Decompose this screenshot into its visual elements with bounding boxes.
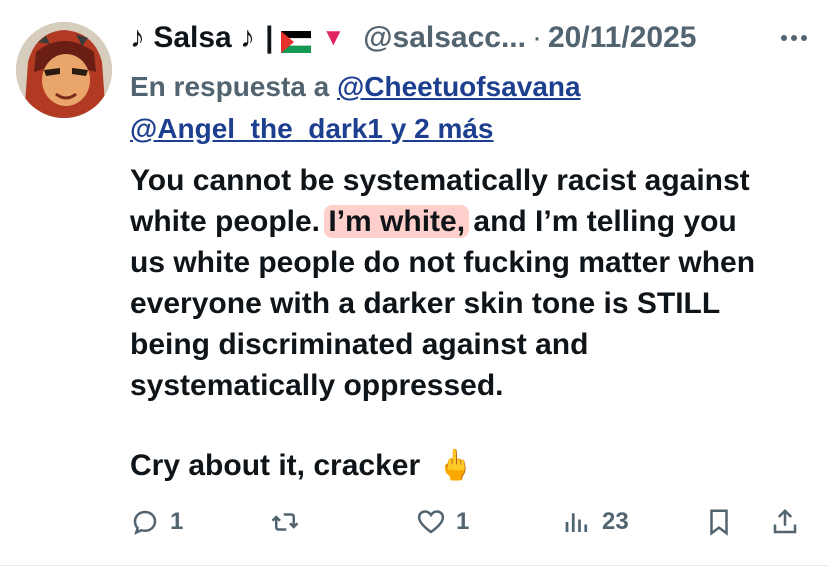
closing-text: Cry about it, cracker bbox=[130, 449, 421, 482]
avatar[interactable] bbox=[16, 22, 112, 118]
red-triangle-icon: ▼ bbox=[321, 24, 346, 51]
mention-others: y 2 más bbox=[390, 113, 494, 144]
display-name[interactable]: ♪ Salsa ♪ bbox=[130, 21, 255, 55]
reply-prefix: En respuesta a bbox=[130, 71, 330, 102]
tweet-closing-line: Cry about it, cracker 🖕 bbox=[130, 448, 474, 483]
middle-finger-emoji: 🖕 bbox=[436, 449, 474, 482]
header-dot: · bbox=[531, 21, 542, 54]
mention-2-text: @Angel_the_dark1 bbox=[130, 113, 383, 144]
like-count: 1 bbox=[456, 508, 470, 535]
user-handle[interactable]: @salsacc... bbox=[363, 21, 526, 55]
reply-context: En respuesta a @Cheetuofsavana @Angel_th… bbox=[130, 66, 820, 150]
mention-link-2[interactable]: @Angel_the_dark1 y 2 más bbox=[130, 113, 493, 144]
share-button[interactable] bbox=[770, 500, 810, 544]
more-icon[interactable] bbox=[774, 16, 814, 60]
views-icon bbox=[565, 513, 588, 532]
tweet-text: You cannot be systematically racist agai… bbox=[130, 160, 810, 406]
retweet-button[interactable] bbox=[270, 500, 310, 544]
bookmark-icon bbox=[710, 509, 728, 536]
bookmark-button[interactable] bbox=[704, 500, 744, 544]
reply-icon bbox=[133, 510, 157, 535]
reply-button[interactable]: 1 bbox=[130, 500, 183, 544]
like-icon bbox=[417, 510, 445, 534]
tweet-divider bbox=[0, 565, 828, 566]
name-separator: | bbox=[265, 21, 274, 54]
share-icon bbox=[773, 508, 797, 534]
reply-count: 1 bbox=[170, 508, 184, 535]
tweet-header: ♪ Salsa ♪ | ▼ @salsacc... · 20/11/2025 bbox=[130, 16, 820, 60]
like-button[interactable]: 1 bbox=[416, 500, 469, 544]
palestine-flag-icon bbox=[281, 27, 312, 53]
highlighted-text: I’m white, bbox=[324, 205, 470, 238]
tweet: ♪ Salsa ♪ | ▼ @salsacc... · 20/11/2025 E… bbox=[0, 0, 828, 570]
views-button[interactable]: 23 bbox=[562, 500, 629, 544]
views-count: 23 bbox=[602, 508, 629, 535]
mention-link-1[interactable]: @Cheetuofsavana bbox=[337, 71, 581, 102]
tweet-date[interactable]: 20/11/2025 bbox=[548, 21, 697, 55]
action-bar: 1 1 23 bbox=[130, 500, 820, 544]
retweet-icon bbox=[271, 513, 299, 531]
